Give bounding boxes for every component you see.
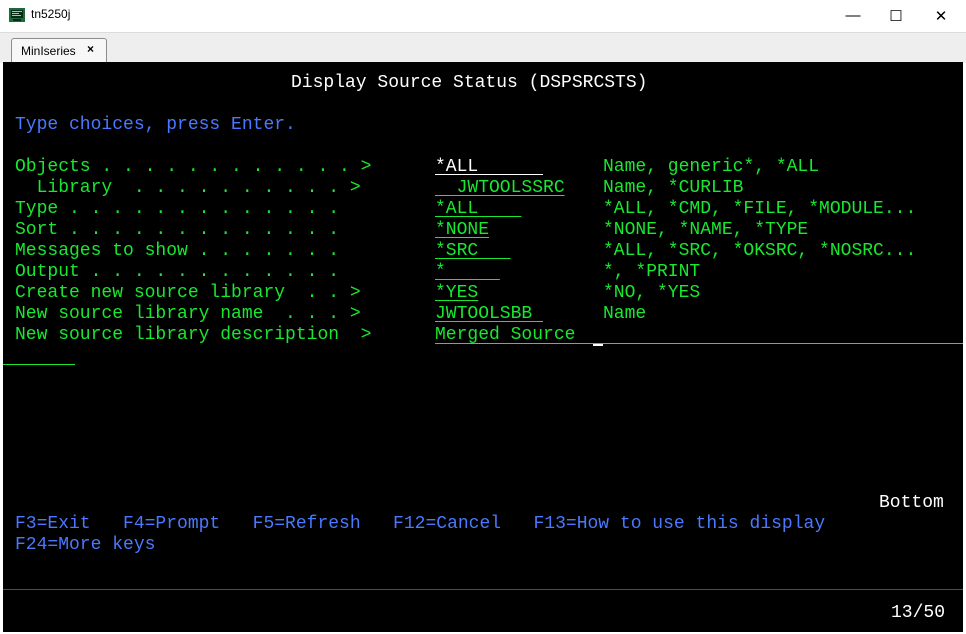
function-keys-line-2[interactable]: F24=More keys [15, 535, 155, 556]
maximize-icon: ☐ [889, 7, 903, 25]
sort-label: Sort . . . . . . . . . . . . . [15, 220, 361, 240]
create-library-input[interactable]: *YES [435, 283, 478, 304]
minimize-button[interactable]: — [830, 0, 876, 31]
new-library-description-label: New source library description > [15, 325, 372, 345]
sort-input[interactable]: *NONE [435, 220, 489, 241]
objects-input[interactable]: *ALL [435, 157, 543, 178]
window-title-bar[interactable]: tn5250j — ☐ ✕ [0, 0, 966, 32]
type-input[interactable]: *ALL [435, 199, 521, 220]
library-help: Name, *CURLIB [603, 178, 744, 198]
type-label: Type . . . . . . . . . . . . . [15, 199, 361, 219]
create-library-label: Create new source library . . > [15, 283, 361, 303]
objects-help: Name, generic*, *ALL [603, 157, 820, 177]
new-library-name-label: New source library name . . . > [15, 304, 361, 324]
type-help: *ALL, *CMD, *FILE, *MODULE... [603, 199, 917, 219]
close-button[interactable]: ✕ [918, 0, 964, 31]
library-input[interactable]: JWTOOLSSRC [435, 178, 565, 199]
function-keys-line-1[interactable]: F3=Exit F4=Prompt F5=Refresh F12=Cancel … [15, 514, 825, 535]
terminal-screen[interactable]: Display Source Status (DSPSRCSTS) Type c… [3, 62, 963, 632]
tab-close-icon[interactable]: × [87, 42, 94, 56]
messages-input[interactable]: *SRC [435, 241, 511, 262]
session-tab[interactable]: MinIseries × [11, 38, 107, 62]
library-label: Library . . . . . . . . . . > [15, 178, 361, 198]
text-cursor [593, 344, 603, 346]
bottom-marker: Bottom [879, 493, 944, 513]
operator-info-line [3, 589, 963, 590]
sort-help: *NONE, *NAME, *TYPE [603, 220, 809, 240]
output-help: *, *PRINT [603, 262, 701, 282]
session-tab-label: MinIseries [21, 44, 76, 58]
description-field-underline [435, 343, 963, 344]
messages-help: *ALL, *SRC, *OKSRC, *NOSRC... [603, 241, 917, 261]
objects-label: Objects . . . . . . . . . . . . > [15, 157, 372, 177]
close-icon: ✕ [934, 7, 948, 25]
create-library-help: *NO, *YES [603, 283, 701, 303]
cursor-position-indicator: 13/50 [891, 603, 946, 623]
screen-title: Display Source Status (DSPSRCSTS) [291, 73, 648, 93]
description-field-underline-wrap [3, 364, 75, 365]
minimize-icon: — [845, 7, 861, 24]
maximize-button[interactable]: ☐ [873, 0, 919, 31]
new-library-name-input[interactable]: JWTOOLSBB [435, 304, 543, 325]
tn5250j-app-icon [9, 8, 25, 22]
messages-label: Messages to show . . . . . . . [15, 241, 361, 261]
window-title: tn5250j [31, 7, 71, 21]
new-library-name-help: Name [603, 304, 647, 324]
output-input[interactable]: * [435, 262, 500, 283]
session-tab-strip: MinIseries × [0, 32, 966, 63]
instruction-text: Type choices, press Enter. [15, 115, 296, 135]
output-label: Output . . . . . . . . . . . . [15, 262, 361, 282]
